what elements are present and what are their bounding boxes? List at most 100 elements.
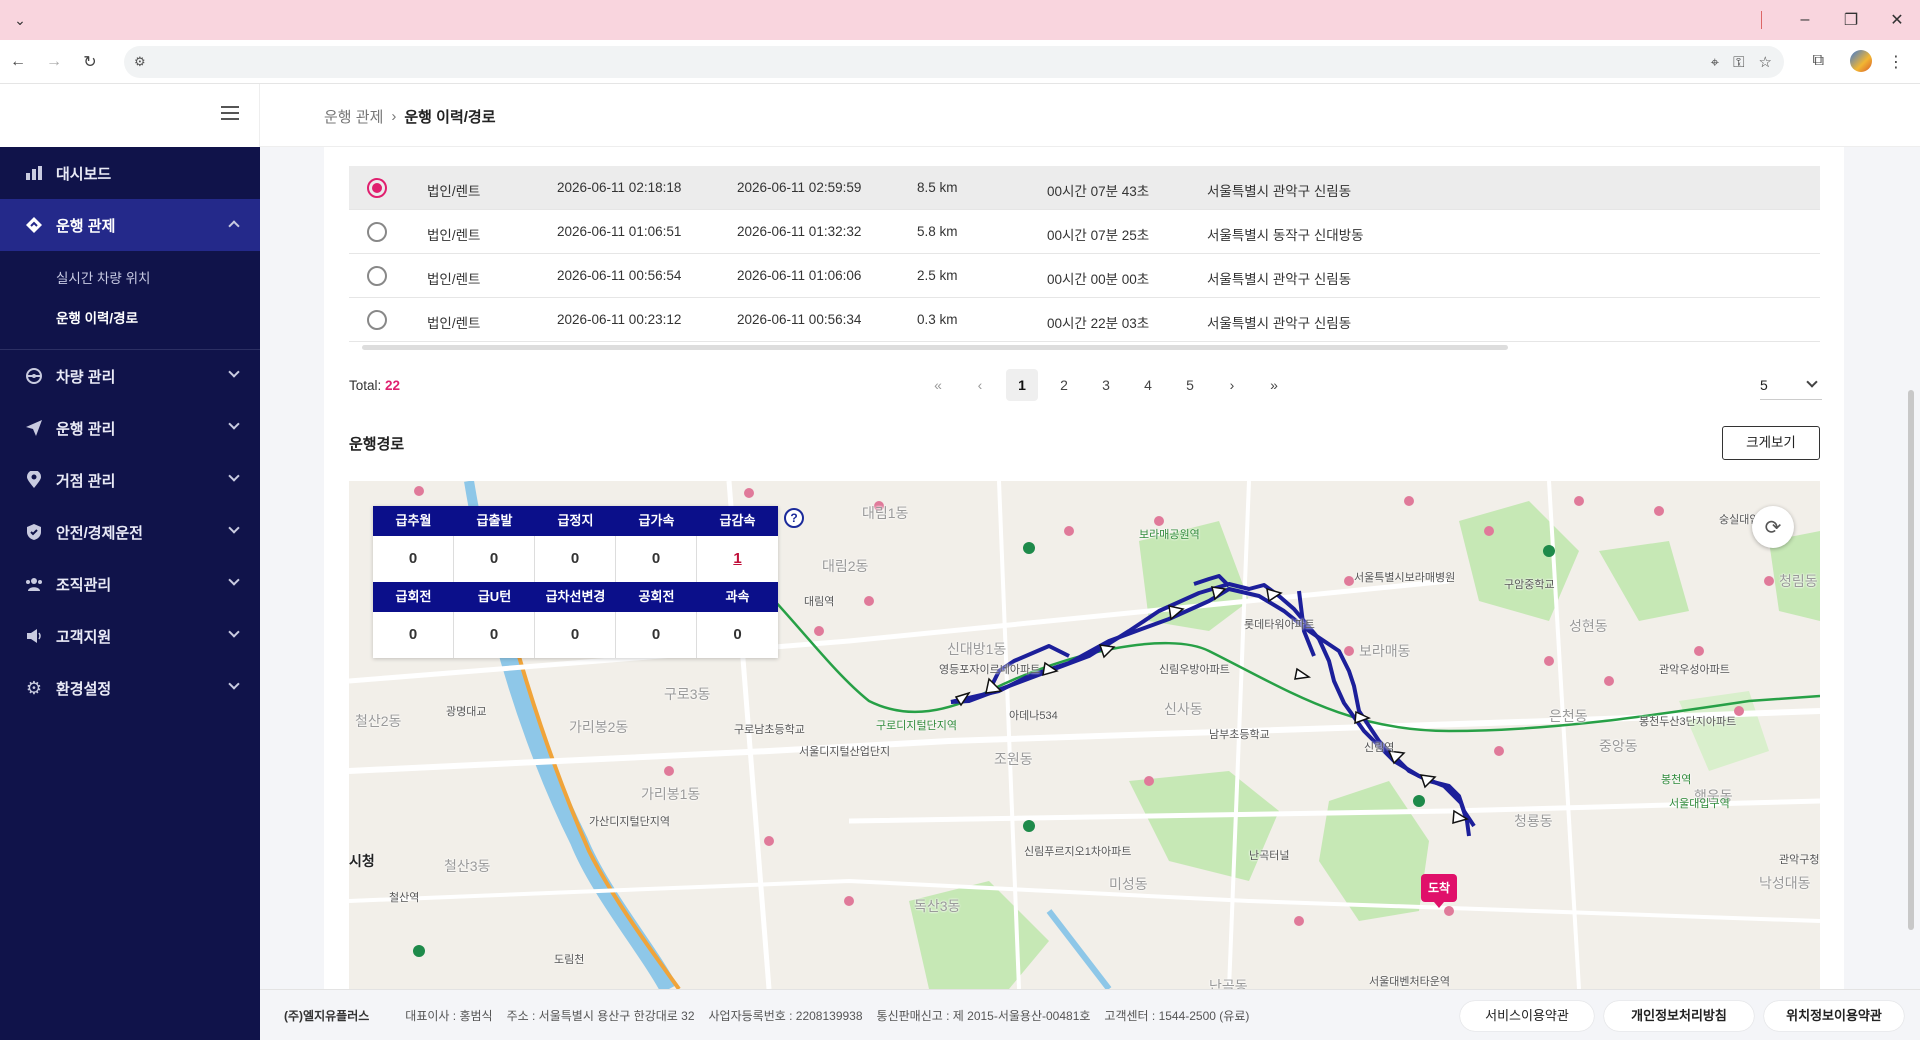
pagination: « ‹ 1 2 3 4 5 › » xyxy=(917,368,1295,402)
privacy-policy-link[interactable]: 개인정보처리방침 xyxy=(1604,1001,1754,1031)
page-vertical-scrollbar[interactable] xyxy=(1908,390,1914,930)
page-button-5[interactable]: 5 xyxy=(1174,369,1206,401)
row-radio[interactable] xyxy=(367,266,387,286)
arrival-marker[interactable]: 도착 xyxy=(1421,874,1457,908)
forward-icon[interactable]: → xyxy=(36,53,72,71)
sidebar-item-settings[interactable]: ⚙ 환경설정 xyxy=(0,662,260,714)
map-label: 서울디지털산업단지 xyxy=(799,746,891,758)
event-value: 0 xyxy=(454,612,535,658)
site-settings-icon[interactable]: ⚙ xyxy=(134,54,146,70)
sidebar-item-dashboard[interactable]: 대시보드 xyxy=(0,147,260,199)
chevron-up-icon xyxy=(228,220,240,232)
restore-icon[interactable]: ❐ xyxy=(1828,10,1874,30)
event-value: 0 xyxy=(373,612,454,658)
row-radio[interactable] xyxy=(367,222,387,242)
tab-search-chevron-down-icon[interactable]: ⌄ xyxy=(4,6,36,34)
sidebar-item-operation-control[interactable]: 운행 관제 xyxy=(0,199,260,251)
footer-address: 주소 : 서울특별시 용산구 한강대로 32 xyxy=(506,1008,695,1023)
key-icon[interactable]: ⚿ xyxy=(1733,54,1744,71)
browser-menu-icon[interactable]: ⋮ xyxy=(1888,52,1904,72)
sidebar-item-vehicle-management[interactable]: 차량 관리 xyxy=(0,350,260,402)
sidebar-item-label: 안전/경제운전 xyxy=(56,524,143,542)
hamburger-menu-icon[interactable] xyxy=(221,106,239,120)
sidebar-item-label: 환경설정 xyxy=(56,680,112,698)
event-header: 급U턴 xyxy=(454,582,535,612)
sidebar-item-trip-management[interactable]: 운행 관리 xyxy=(0,402,260,454)
logo-area xyxy=(0,84,260,147)
map-label: 중앙동 xyxy=(1599,738,1638,754)
cell-location: 서울특별시 동작구 신대방동 xyxy=(1207,228,1364,243)
table-row[interactable]: 법인/렌트 2026-06-11 02:18:18 2026-06-11 02:… xyxy=(349,166,1820,210)
breadcrumb-current: 운행 이력/경로 xyxy=(404,109,496,126)
map-label: 독산3동 xyxy=(914,898,961,914)
gear-icon: ⚙ xyxy=(25,677,43,698)
omnibox[interactable]: ⚙ ⌖ ⚿ ☆ xyxy=(124,46,1784,78)
sidebar-item-customer-support[interactable]: 고객지원 xyxy=(0,610,260,662)
page-size-select[interactable]: 5 xyxy=(1760,370,1822,400)
cell-duration: 00시간 07분 43초 xyxy=(1047,184,1150,199)
cell-start: 2026-06-11 00:23:12 xyxy=(557,312,682,327)
footer-company: (주)엘지유플러스 xyxy=(284,1008,370,1023)
chevron-down-icon xyxy=(228,522,240,534)
table-row[interactable]: 법인/렌트 2026-06-11 01:06:51 2026-06-11 01:… xyxy=(349,210,1820,254)
cell-start: 2026-06-11 02:18:18 xyxy=(557,180,682,195)
sidebar-item-organization[interactable]: 조직관리 xyxy=(0,558,260,610)
map-label: 신사동 xyxy=(1164,701,1203,717)
star-icon[interactable]: ☆ xyxy=(1759,53,1772,71)
row-radio[interactable] xyxy=(367,178,387,198)
profile-avatar[interactable] xyxy=(1850,50,1872,72)
table-row[interactable]: 법인/렌트 2026-06-11 00:23:12 2026-06-11 00:… xyxy=(349,298,1820,342)
terms-of-service-link[interactable]: 서비스이용약관 xyxy=(1460,1001,1594,1031)
page-button-3[interactable]: 3 xyxy=(1090,369,1122,401)
map-label: 보라매공원역 xyxy=(1139,529,1200,541)
close-icon[interactable]: ✕ xyxy=(1874,10,1920,30)
footer-center: 고객센터 : 1544-2500 (유료) xyxy=(1104,1008,1250,1023)
sidebar-subitem-trip-history[interactable]: 운행 이력/경로 xyxy=(0,299,260,339)
sidebar-item-label: 운행 관리 xyxy=(56,420,116,438)
cell-duration: 00시간 00분 00초 xyxy=(1047,272,1150,287)
table-horizontal-scrollbar[interactable] xyxy=(362,345,1508,350)
browser-address-bar: ← → ↻ ⚙ ⌖ ⚿ ☆ ⧉ ⋮ xyxy=(0,40,1920,84)
event-value: 0 xyxy=(535,612,616,658)
prev-page-button[interactable]: ‹ xyxy=(959,377,1001,393)
event-value: 0 xyxy=(454,536,535,582)
sidebar-subitem-realtime-location[interactable]: 실시간 차량 위치 xyxy=(0,259,260,299)
breadcrumb-parent[interactable]: 운행 관제 xyxy=(324,106,383,127)
map-label: 구로3동 xyxy=(664,686,711,702)
last-page-button[interactable]: » xyxy=(1253,377,1295,393)
group-icon xyxy=(24,574,44,594)
event-value-link[interactable]: 1 xyxy=(697,536,778,582)
event-value: 0 xyxy=(373,536,454,582)
extensions-icon[interactable]: ⧉ xyxy=(1813,52,1824,70)
page-button-2[interactable]: 2 xyxy=(1048,369,1080,401)
page-button-4[interactable]: 4 xyxy=(1132,369,1164,401)
back-icon[interactable]: ← xyxy=(0,53,36,71)
table-row[interactable]: 법인/렌트 2026-06-11 00:56:54 2026-06-11 01:… xyxy=(349,254,1820,298)
minimize-icon[interactable]: – xyxy=(1782,11,1828,29)
reload-icon[interactable]: ↻ xyxy=(72,52,108,72)
map-label: 은천동 xyxy=(1549,708,1588,724)
event-header: 과속 xyxy=(697,582,778,612)
map-label: 신대방1동 xyxy=(947,641,1007,657)
location-terms-link[interactable]: 위치정보이용약관 xyxy=(1764,1001,1904,1031)
map-label: 가산디지털단지역 xyxy=(589,816,670,828)
sidebar-item-safe-driving[interactable]: 안전/경제운전 xyxy=(0,506,260,558)
chevron-down-icon xyxy=(228,470,240,482)
row-radio[interactable] xyxy=(367,310,387,330)
cell-location: 서울특별시 관악구 신림동 xyxy=(1207,272,1352,287)
enlarge-map-button[interactable]: 크게보기 xyxy=(1722,426,1820,460)
map-label: 봉천역 xyxy=(1661,774,1692,786)
map-label: 청림동 xyxy=(1779,573,1818,589)
next-page-button[interactable]: › xyxy=(1211,377,1253,393)
page-button-1[interactable]: 1 xyxy=(1006,369,1038,401)
help-icon[interactable]: ? xyxy=(784,508,804,528)
map-refresh-button[interactable]: ⟳ xyxy=(1752,506,1794,548)
shield-icon xyxy=(24,522,44,542)
location-icon[interactable]: ⌖ xyxy=(1711,54,1719,71)
map-label: 성현동 xyxy=(1569,618,1608,634)
cell-location: 서울특별시 관악구 신림동 xyxy=(1207,316,1352,331)
first-page-button[interactable]: « xyxy=(917,377,959,393)
chevron-down-icon xyxy=(228,626,240,638)
map-label: 서울특별시보라매병원 xyxy=(1354,572,1456,584)
sidebar-item-base-management[interactable]: 거점 관리 xyxy=(0,454,260,506)
